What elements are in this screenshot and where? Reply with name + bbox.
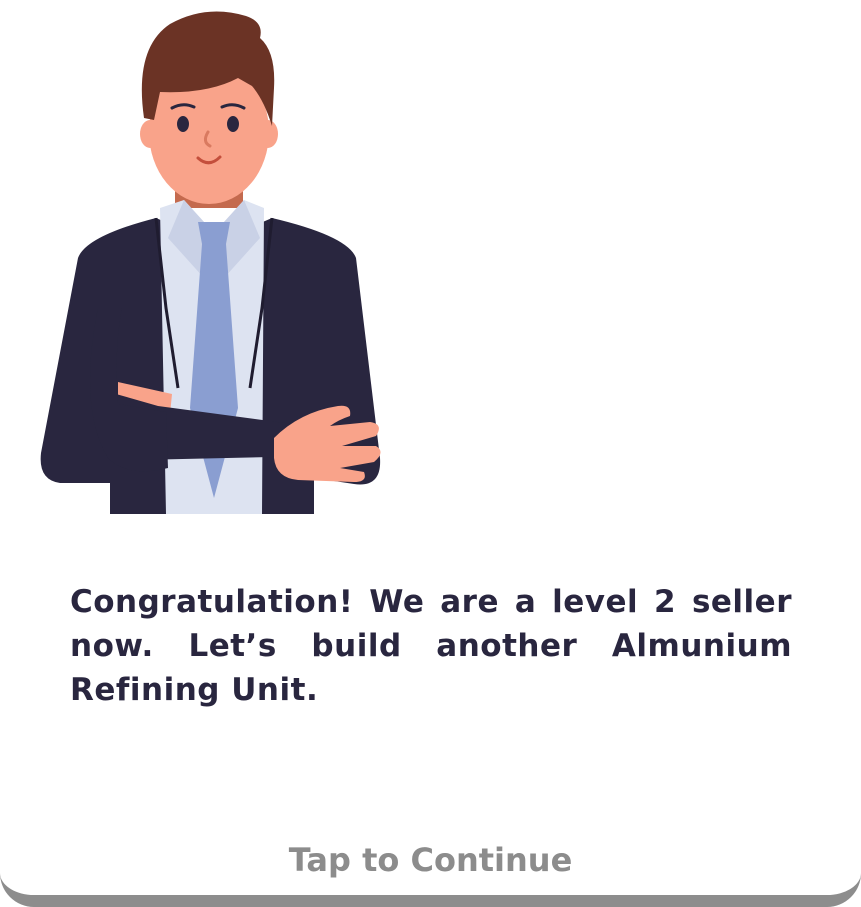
dialog-message: Congratulation! We are a level 2 seller … <box>70 584 792 708</box>
tap-to-continue-button[interactable]: Tap to Continue <box>0 838 861 882</box>
businessman-icon <box>40 11 381 514</box>
dialog-card[interactable]: Congratulation! We are a level 2 seller … <box>0 0 861 907</box>
